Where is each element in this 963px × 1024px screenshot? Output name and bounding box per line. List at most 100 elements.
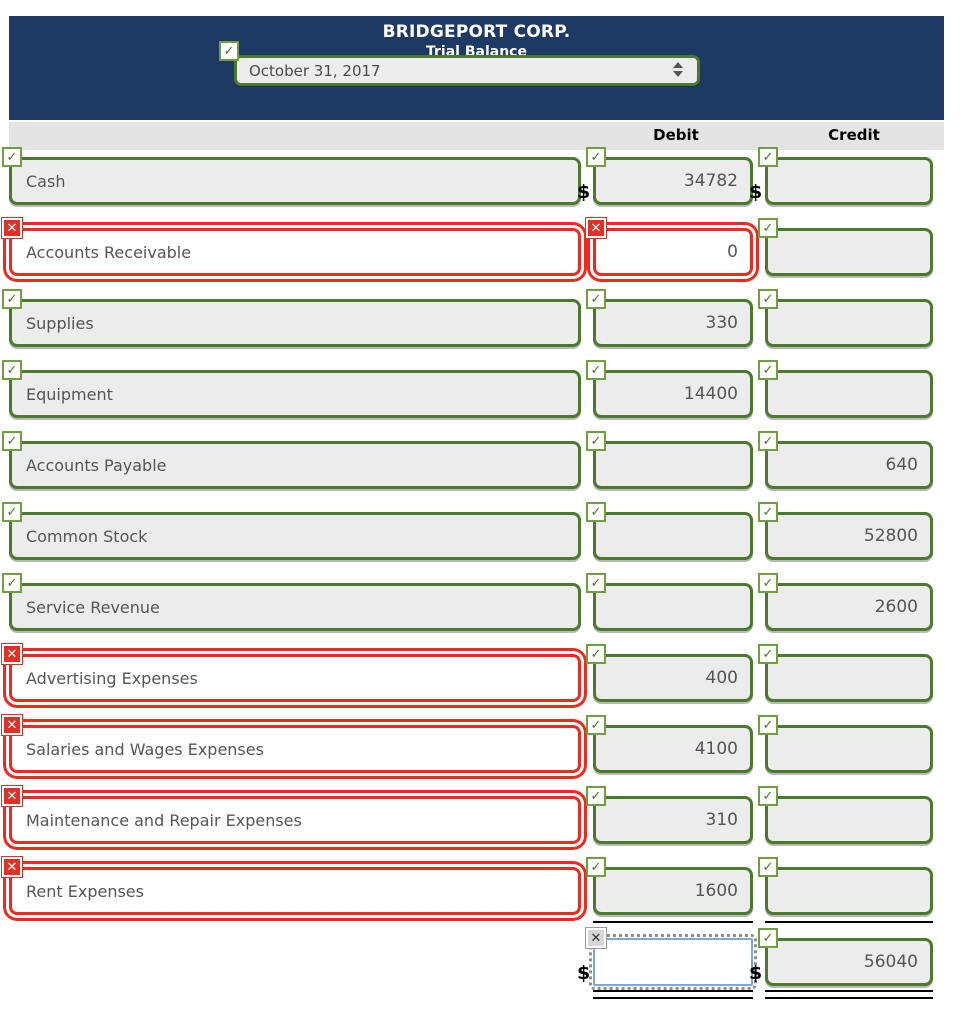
credit-amount-input[interactable] <box>765 228 933 276</box>
table-row: ✓ Accounts Payable ✓ ✓ 640 <box>0 431 963 512</box>
report-date-select[interactable]: October 31, 2017 <box>234 55 700 86</box>
account-name-input[interactable]: Equipment <box>9 370 581 418</box>
credit-amount-input[interactable]: 52800 <box>765 512 933 560</box>
credit-cell: ✓ 52800 <box>758 502 933 560</box>
credit-amount-input[interactable] <box>765 725 933 773</box>
account-status-icon: ✓ <box>2 147 22 167</box>
debit-amount-input[interactable]: 310 <box>593 796 753 844</box>
debit-cell: ✓ 400 <box>586 644 753 702</box>
credit-amount-value: 52800 <box>863 526 918 546</box>
debit-amount-input[interactable] <box>593 583 753 631</box>
credit-status-icon: ✓ <box>758 644 778 664</box>
total-debit-double-rule <box>593 990 753 999</box>
debit-status-icon: ✓ <box>586 431 606 451</box>
debit-amount-input[interactable]: 0 <box>593 228 753 276</box>
credit-amount-input[interactable]: 2600 <box>765 583 933 631</box>
account-name-input[interactable]: Salaries and Wages Expenses <box>9 725 581 773</box>
debit-amount-value: 4100 <box>694 739 738 759</box>
account-name-value: Common Stock <box>26 526 148 546</box>
credit-status-icon: ✓ <box>758 715 778 735</box>
credit-amount-input[interactable]: 640 <box>765 441 933 489</box>
account-status-icon: ✕ <box>2 715 22 735</box>
credit-currency-symbol: $ <box>749 181 763 203</box>
account-status-icon: ✓ <box>2 289 22 309</box>
debit-cell: ✓ 4100 <box>586 715 753 773</box>
account-cell: ✓ Cash <box>2 147 581 205</box>
credit-amount-input[interactable] <box>765 654 933 702</box>
table-row: ✓ Supplies ✓ 330 ✓ <box>0 289 963 370</box>
company-name: BRIDGEPORT CORP. <box>382 22 571 42</box>
credit-amount-input[interactable] <box>765 867 933 915</box>
account-cell: ✕ Accounts Receivable <box>2 218 581 276</box>
total-debit-input[interactable] <box>589 934 757 990</box>
totals-row: ✕ $ ✓ $56040 <box>0 928 963 1009</box>
account-cell: ✓ Supplies <box>2 289 581 347</box>
credit-amount-input[interactable] <box>765 157 933 205</box>
debit-status-icon: ✓ <box>586 147 606 167</box>
trial-balance-rows: ✓ Cash ✓ $34782 ✓ $ ✕ Accounts Receivable ✕ 0 ✓ ✓ Su… <box>0 147 963 1009</box>
report-date-value: October 31, 2017 <box>249 62 381 80</box>
debit-currency-symbol: $ <box>577 181 591 203</box>
debit-amount-input[interactable]: 330 <box>593 299 753 347</box>
debit-amount-input[interactable]: 1600 <box>593 867 753 915</box>
account-cell: ✕ Advertising Expenses <box>2 644 581 702</box>
account-cell: ✓ Common Stock <box>2 502 581 560</box>
debit-amount-input[interactable]: 34782 <box>593 157 753 205</box>
table-row: ✓ Cash ✓ $34782 ✓ $ <box>0 147 963 228</box>
account-name-input[interactable]: Cash <box>9 157 581 205</box>
account-name-input[interactable]: Common Stock <box>9 512 581 560</box>
credit-status-icon: ✓ <box>758 360 778 380</box>
debit-amount-value: 34782 <box>683 171 738 191</box>
debit-amount-input[interactable]: 4100 <box>593 725 753 773</box>
account-name-value: Rent Expenses <box>26 881 144 901</box>
debit-subtotal-rule <box>593 921 753 923</box>
account-name-value: Cash <box>26 171 66 191</box>
total-credit-cell: ✓ $56040 <box>749 928 933 999</box>
account-status-icon: ✓ <box>2 502 22 522</box>
account-name-input[interactable]: Accounts Payable <box>9 441 581 489</box>
debit-amount-value: 310 <box>705 810 738 830</box>
account-name-input[interactable]: Service Revenue <box>9 583 581 631</box>
column-header-strip: Debit Credit <box>9 122 944 150</box>
credit-cell: ✓ 640 <box>758 431 933 489</box>
debit-amount-input[interactable]: 14400 <box>593 370 753 418</box>
debit-cell: ✓ 310 <box>586 786 753 844</box>
account-cell: ✓ Equipment <box>2 360 581 418</box>
column-header-debit: Debit <box>653 126 699 144</box>
account-status-icon: ✓ <box>2 573 22 593</box>
total-credit-value: 56040 <box>863 952 918 972</box>
account-name-value: Equipment <box>26 384 113 404</box>
debit-status-icon: ✓ <box>586 644 606 664</box>
credit-subtotal-rule <box>765 921 933 923</box>
total-debit-status-icon: ✕ <box>586 928 606 948</box>
credit-amount-input[interactable] <box>765 796 933 844</box>
credit-cell: ✓ <box>758 857 933 923</box>
account-name-value: Service Revenue <box>26 597 160 617</box>
debit-amount-input[interactable]: 400 <box>593 654 753 702</box>
credit-amount-input[interactable] <box>765 370 933 418</box>
account-name-input[interactable]: Advertising Expenses <box>9 654 581 702</box>
credit-status-icon: ✓ <box>758 573 778 593</box>
table-row: ✓ Common Stock ✓ ✓ 52800 <box>0 502 963 583</box>
report-date-field-wrap: ✓ October 31, 2017 <box>219 41 700 86</box>
account-name-input[interactable]: Maintenance and Repair Expenses <box>9 796 581 844</box>
account-name-input[interactable]: Supplies <box>9 299 581 347</box>
credit-cell: ✓ <box>758 218 933 276</box>
table-row: ✕ Accounts Receivable ✕ 0 ✓ <box>0 218 963 299</box>
table-row: ✓ Equipment ✓ 14400 ✓ <box>0 360 963 441</box>
debit-amount-input[interactable] <box>593 512 753 560</box>
credit-status-icon: ✓ <box>758 786 778 806</box>
debit-amount-input[interactable] <box>593 441 753 489</box>
credit-amount-input[interactable] <box>765 299 933 347</box>
account-name-input[interactable]: Accounts Receivable <box>9 228 581 276</box>
account-name-input[interactable]: Rent Expenses <box>9 867 581 915</box>
column-header-credit: Credit <box>828 126 880 144</box>
debit-status-icon: ✓ <box>586 715 606 735</box>
debit-cell: ✓ 1600 <box>586 857 753 923</box>
account-status-icon: ✕ <box>2 218 22 238</box>
debit-cell: ✓ <box>586 431 753 489</box>
total-credit-input[interactable]: 56040 <box>765 938 933 986</box>
chevron-updown-icon[interactable] <box>673 62 684 84</box>
credit-cell: ✓ 2600 <box>758 573 933 631</box>
debit-status-icon: ✓ <box>586 786 606 806</box>
